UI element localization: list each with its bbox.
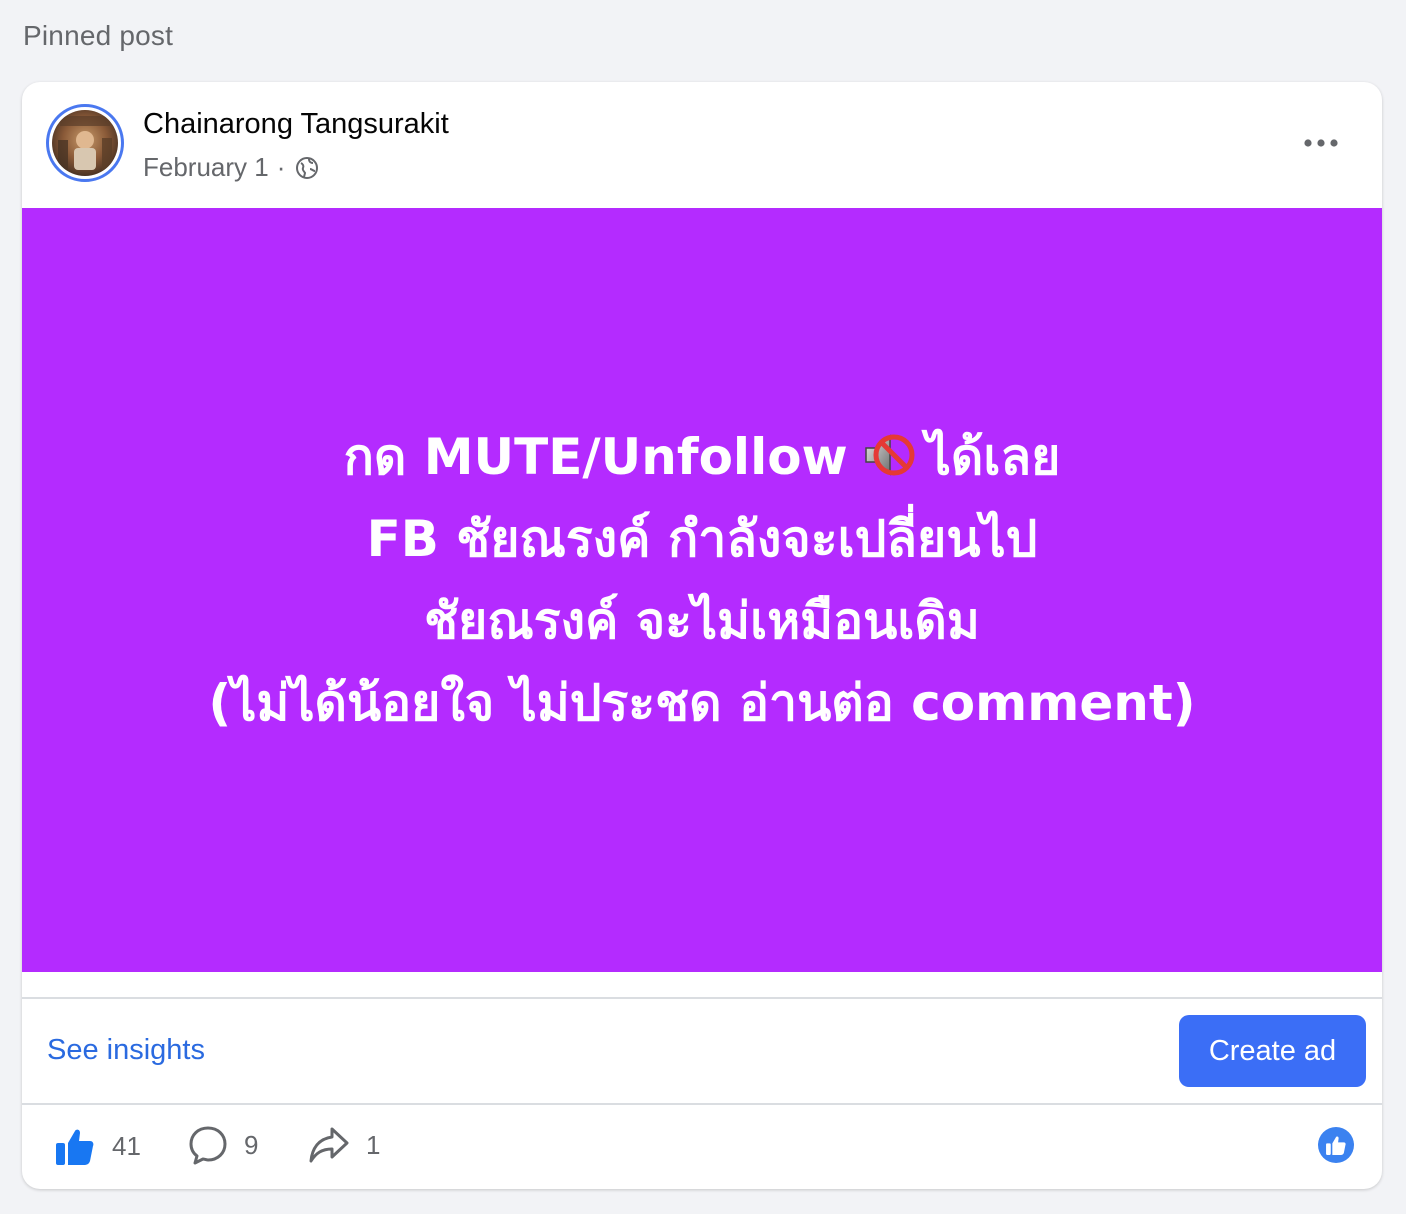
- share-count: 1: [366, 1129, 381, 1160]
- engagement-stats: 41 9 1: [22, 1105, 1382, 1189]
- post-line-1: กด MUTE/Unfollow ได้เลย: [343, 428, 1061, 486]
- like-stat[interactable]: 41: [54, 1125, 141, 1167]
- comment-icon: [189, 1126, 227, 1165]
- post-line-4: (ไม่ได้น้อยใจ ไม่ประชด อ่านต่อ comment): [208, 674, 1196, 732]
- comment-stat[interactable]: 9: [188, 1125, 258, 1165]
- see-insights-link[interactable]: See insights: [47, 1034, 205, 1067]
- share-icon: [309, 1127, 349, 1163]
- more-options-button[interactable]: [1300, 122, 1342, 164]
- post-header: Chainarong Tangsurakit February 1 ·: [22, 82, 1382, 208]
- create-ad-button[interactable]: Create ad: [1179, 1015, 1366, 1087]
- post-text: กด MUTE/Unfollow ได้เลย FB ชัยณรงค์ กำลั…: [208, 416, 1195, 744]
- avatar-image: [52, 110, 118, 176]
- thumbs-up-icon: [56, 1129, 94, 1165]
- meta-separator: ·: [276, 152, 286, 182]
- post-text-background[interactable]: กด MUTE/Unfollow ได้เลย FB ชัยณรงค์ กำลั…: [22, 208, 1382, 972]
- like-reaction-icon[interactable]: [1318, 1127, 1354, 1163]
- like-count: 41: [112, 1130, 141, 1161]
- more-horizontal-icon: [1304, 139, 1338, 147]
- share-stat[interactable]: 1: [308, 1125, 380, 1165]
- thumbs-up-icon: [1326, 1136, 1346, 1155]
- muted-speaker-icon: [865, 434, 915, 476]
- post-date[interactable]: February 1: [143, 152, 269, 183]
- post-card: Chainarong Tangsurakit February 1 · กด M…: [22, 82, 1382, 1189]
- post-meta: February 1 ·: [143, 152, 319, 183]
- section-title: Pinned post: [23, 20, 174, 51]
- divider: [22, 997, 1382, 999]
- post-line-2: FB ชัยณรงค์ กำลังจะเปลี่ยนไป: [366, 510, 1038, 568]
- comment-count: 9: [244, 1129, 259, 1160]
- post-line-3: ชัยณรงค์ จะไม่เหมือนเดิม: [424, 592, 980, 650]
- author-name[interactable]: Chainarong Tangsurakit: [143, 108, 449, 141]
- globe-icon[interactable]: [295, 156, 319, 180]
- avatar[interactable]: [46, 104, 124, 182]
